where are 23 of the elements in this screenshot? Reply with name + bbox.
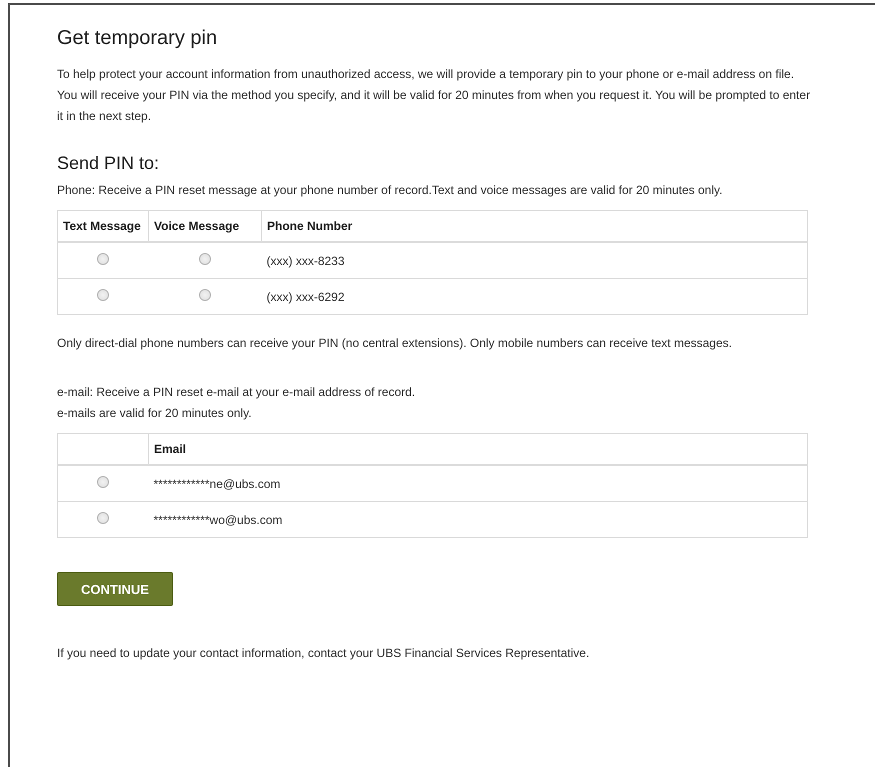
email-note: e-mail: Receive a PIN reset e-mail at your e-mail address of record. — [57, 384, 416, 401]
phone-footnote: Only direct-dial phone numbers can receive your PIN (no central extensions). Only mobile numbers can receive text messages. — [57, 335, 733, 352]
radio-button[interactable] — [199, 289, 211, 301]
column-header: Email — [148, 434, 808, 465]
email-address: ************ne@ubs.com — [148, 465, 808, 502]
page-title: Get temporary pin — [57, 27, 218, 50]
column-header: Phone Number — [262, 210, 808, 242]
phone-number: (xxx) xxx-8233 — [262, 242, 808, 278]
radio-button[interactable] — [97, 512, 110, 524]
phone-number: (xxx) xxx-6292 — [262, 278, 808, 314]
radio-button[interactable] — [97, 289, 110, 301]
intro-text: To help protect your account information from unauthorized access, we will provide a temporary pin to your phone or e-mail address on file. You will receive your PIN via the method you specify, and it will be valid for 20 minutes from when you request it. You will be prompted to enter it in the next step. — [57, 66, 812, 125]
column-header: Text Message — [58, 210, 148, 242]
email-address: ************wo@ubs.com — [148, 502, 808, 538]
section-heading: Send PIN to: — [57, 153, 160, 174]
radio-button[interactable] — [97, 476, 110, 488]
radio-button[interactable] — [199, 253, 211, 265]
email-note: e-mails are valid for 20 minutes only. — [57, 405, 253, 422]
radio-button[interactable] — [97, 253, 110, 265]
footer-text: If you need to update your contact information, contact your UBS Financial Services Representative. — [57, 645, 590, 662]
column-header: Voice Message — [148, 210, 262, 242]
phone-note: Phone: Receive a PIN reset message at your phone number of record.Text and voice messages are valid for 20 minutes only. — [57, 182, 724, 199]
continue-button[interactable]: CONTINUE — [57, 572, 173, 606]
